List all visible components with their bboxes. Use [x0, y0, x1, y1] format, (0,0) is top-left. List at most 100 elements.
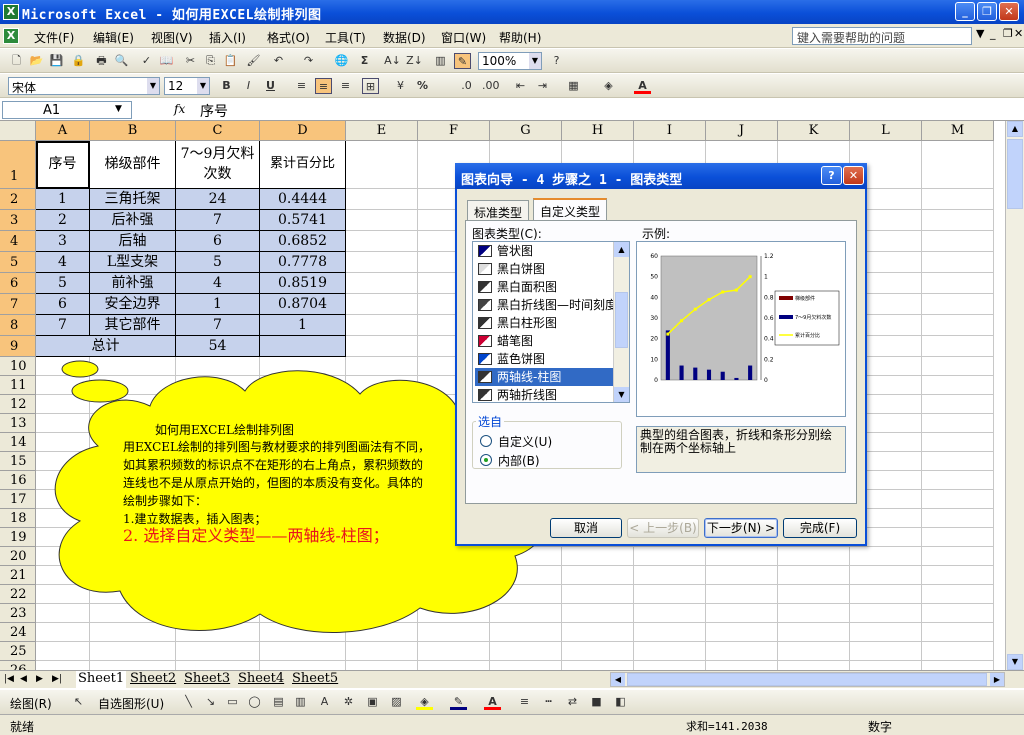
list-scrollbar[interactable]: ▲ ▼ — [613, 242, 629, 402]
table-cell[interactable]: 6 — [36, 294, 90, 315]
cell[interactable] — [346, 273, 418, 294]
chevron-down-icon[interactable]: ▼ — [529, 53, 541, 69]
increase-decimal-icon[interactable]: .0 — [458, 78, 475, 94]
cell[interactable] — [922, 433, 994, 452]
table-cell[interactable]: 安全边界 — [90, 294, 176, 315]
cell[interactable] — [922, 528, 994, 547]
cell[interactable] — [346, 252, 418, 273]
cell[interactable] — [922, 547, 994, 566]
tab-sheet1[interactable]: Sheet1 — [76, 671, 127, 688]
menu-data[interactable]: 数据(D) — [383, 29, 426, 46]
select-objects-icon[interactable]: ↖ — [70, 694, 87, 710]
table-cell[interactable]: 0.8704 — [260, 294, 346, 315]
formula-input[interactable]: 序号 — [200, 101, 228, 121]
select-all-corner[interactable] — [0, 121, 36, 141]
tab-standard-types[interactable]: 标准类型 — [467, 200, 530, 220]
table-cell[interactable]: 前补强 — [90, 273, 176, 294]
table-cell[interactable]: 三角托架 — [90, 189, 176, 210]
tab-sheet2[interactable]: Sheet2 — [130, 671, 176, 688]
dialog-help-button[interactable]: ? — [821, 166, 842, 185]
row-header-3[interactable]: 3 — [0, 210, 36, 231]
cell[interactable] — [36, 642, 90, 661]
column-header-h[interactable]: H — [562, 121, 634, 141]
cell[interactable] — [418, 642, 490, 661]
column-header-m[interactable]: M — [922, 121, 994, 141]
chart-type-item[interactable]: 两轴线-柱图 — [475, 368, 613, 386]
font-select[interactable]: 宋体 ▼ — [8, 77, 160, 95]
restore-button[interactable]: ❐ — [977, 2, 997, 21]
vertical-textbox-icon[interactable]: ▥ — [292, 694, 309, 710]
cell[interactable] — [90, 661, 176, 670]
table-cell[interactable]: 0.7778 — [260, 252, 346, 273]
rectangle-icon[interactable]: ▭ — [224, 694, 241, 710]
cell[interactable] — [634, 661, 706, 670]
cell[interactable] — [922, 490, 994, 509]
table-cell[interactable]: 5 — [36, 273, 90, 294]
zoom-select[interactable]: 100% ▼ — [478, 52, 542, 70]
cell[interactable] — [922, 141, 994, 189]
cancel-button[interactable]: 取消 — [550, 518, 622, 538]
oval-icon[interactable]: ◯ — [246, 694, 263, 710]
table-cell[interactable]: 2 — [36, 210, 90, 231]
row-header-25[interactable]: 25 — [0, 642, 36, 661]
open-icon[interactable]: 📂 — [28, 53, 45, 69]
font-size-select[interactable]: 12 ▼ — [164, 77, 210, 95]
doc-close-icon[interactable]: ✕ — [1014, 27, 1023, 40]
chart-type-item[interactable]: 黑白柱形图 — [475, 314, 613, 332]
cell[interactable] — [922, 414, 994, 433]
cell[interactable] — [562, 547, 634, 566]
copy-icon[interactable]: ⎘ — [202, 53, 219, 69]
menu-window[interactable]: 窗口(W) — [441, 29, 486, 46]
arrow-style-icon[interactable]: ⇄ — [564, 694, 581, 710]
cell[interactable] — [90, 642, 176, 661]
cell[interactable] — [562, 623, 634, 642]
column-header-g[interactable]: G — [490, 121, 562, 141]
table-cell[interactable]: L型支架 — [90, 252, 176, 273]
cell[interactable] — [706, 642, 778, 661]
table-cell[interactable]: 24 — [176, 189, 260, 210]
cell[interactable] — [922, 376, 994, 395]
cell[interactable] — [562, 566, 634, 585]
decrease-indent-icon[interactable]: ⇤ — [512, 78, 529, 94]
chart-type-item[interactable]: 黑白饼图 — [475, 260, 613, 278]
cell[interactable] — [346, 189, 418, 210]
save-icon[interactable]: 💾 — [48, 53, 65, 69]
menu-format[interactable]: 格式(O) — [267, 29, 310, 46]
radio-custom[interactable] — [480, 435, 492, 447]
cell[interactable] — [850, 642, 922, 661]
spelling-icon[interactable]: ✓ — [138, 53, 155, 69]
close-button[interactable]: ✕ — [999, 2, 1019, 21]
tab-sheet5[interactable]: Sheet5 — [292, 671, 338, 688]
drawing-icon[interactable]: ✎ — [454, 53, 471, 69]
column-header-l[interactable]: L — [850, 121, 922, 141]
help-dropdown-icon[interactable]: ▼ — [976, 27, 984, 40]
column-header-k[interactable]: K — [778, 121, 850, 141]
underline-button[interactable]: U — [262, 78, 279, 94]
column-header-e[interactable]: E — [346, 121, 418, 141]
table-cell[interactable]: 后补强 — [90, 210, 176, 231]
cell[interactable] — [562, 604, 634, 623]
wordart-icon[interactable]: A — [316, 694, 333, 710]
horizontal-scroll-thumb[interactable] — [627, 673, 987, 686]
cell[interactable] — [346, 642, 418, 661]
cell[interactable] — [634, 623, 706, 642]
paste-icon[interactable]: 📋 — [222, 53, 239, 69]
chart-type-item[interactable]: 黑白折线图—时间刻度 — [475, 296, 613, 314]
cell[interactable] — [850, 547, 922, 566]
format-painter-icon[interactable]: 🖌 — [245, 53, 262, 69]
table-cell[interactable]: 6 — [176, 231, 260, 252]
horizontal-scrollbar[interactable]: ◀ ▶ — [610, 672, 1005, 687]
permission-icon[interactable]: 🔒 — [70, 53, 87, 69]
cell[interactable] — [850, 566, 922, 585]
prev-sheet-icon[interactable]: ◀ — [20, 674, 27, 691]
cell[interactable] — [922, 509, 994, 528]
redo-icon[interactable]: ↷ — [300, 53, 317, 69]
font-color-icon[interactable]: A — [484, 694, 501, 710]
row-header-1[interactable]: 1 — [0, 141, 36, 189]
menu-edit[interactable]: 编辑(E) — [93, 29, 134, 46]
row-header-4[interactable]: 4 — [0, 231, 36, 252]
table-header-cell[interactable]: 梯级部件 — [90, 141, 176, 189]
align-left-icon[interactable]: ≡ — [293, 78, 310, 94]
table-header-cell[interactable]: 7～9月欠料次数 — [176, 141, 260, 189]
align-right-icon[interactable]: ≡ — [337, 78, 354, 94]
